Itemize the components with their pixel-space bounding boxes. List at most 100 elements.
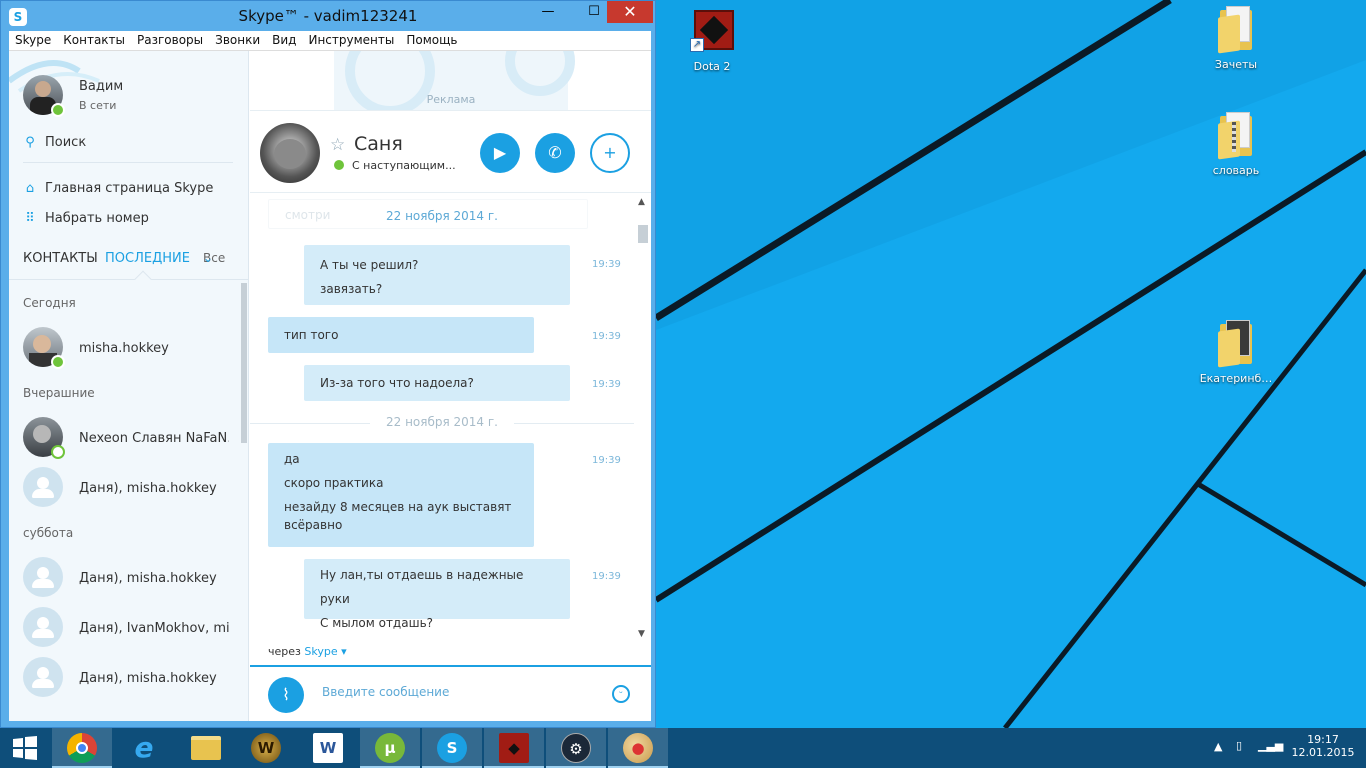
taskbar-internet-explorer[interactable]: e <box>114 728 174 768</box>
desktop-icon-slovar[interactable]: словарь <box>1196 112 1276 177</box>
video-call-button[interactable]: ▶ <box>480 133 520 173</box>
word-icon: W <box>313 733 343 763</box>
message-text: Из-за того что надоела? <box>320 376 474 390</box>
search-label: Поиск <box>45 135 87 150</box>
title-bar[interactable]: S Skype™ - vadim123241 — ☐ ✕ <box>1 1 655 31</box>
desktop-icon-ekaterinburg[interactable]: Екатеринб… <box>1196 320 1276 385</box>
menu-contacts[interactable]: Контакты <box>57 31 131 49</box>
menu-bar: Skype Контакты Разговоры Звонки Вид Инструмен… <box>9 31 651 51</box>
menu-tools[interactable]: Инструменты <box>302 31 400 49</box>
voice-call-button[interactable]: ✆ <box>535 133 575 173</box>
network-signal-icon[interactable]: ▁▃▅ <box>1258 739 1283 752</box>
via-service-dropdown[interactable]: Skype ▾ <box>304 645 346 658</box>
desktop-icon-label: Зачеты <box>1214 58 1258 71</box>
message-scrollbar[interactable]: ▲ ▼ <box>635 193 651 643</box>
show-hidden-icons-button[interactable]: ▲ <box>1214 740 1222 753</box>
message-list[interactable]: смотри 22 ноября 2014 г. А ты че решил? … <box>250 193 636 643</box>
message-bubble[interactable]: тип того <box>268 317 534 353</box>
add-people-button[interactable]: + <box>590 133 630 173</box>
menu-help[interactable]: Помощь <box>400 31 463 49</box>
menu-view[interactable]: Вид <box>266 31 302 49</box>
message-bubble[interactable]: А ты че решил? завязать? <box>304 245 570 305</box>
online-status-icon <box>334 160 344 170</box>
taskbar-chrome[interactable] <box>52 728 112 768</box>
desktop-icon-zachety[interactable]: Зачеты <box>1196 6 1276 71</box>
message-bubble[interactable]: да скоро практика незайду 8 месяцев на а… <box>268 443 534 547</box>
group-avatar-icon <box>23 557 63 597</box>
search-row[interactable]: ⚲ Поиск <box>23 135 86 150</box>
folder-icon <box>1214 320 1258 368</box>
sidebar-scrollbar[interactable] <box>241 283 247 443</box>
menu-calls[interactable]: Звонки <box>209 31 266 49</box>
taskbar-word[interactable]: W <box>298 728 358 768</box>
ad-banner[interactable]: Реклама <box>250 51 651 111</box>
contact-name: Даня), misha.hokkey <box>79 571 217 586</box>
folder-icon <box>1214 6 1258 54</box>
taskbar-utorrent[interactable]: µ <box>360 728 420 768</box>
clock[interactable]: 19:17 12.01.2015 <box>1290 733 1356 759</box>
my-profile[interactable]: Вадим В сети <box>23 75 123 117</box>
desktop-icon-dota2[interactable]: ↗ Dota 2 <box>672 8 752 73</box>
group-avatar-icon <box>23 467 63 507</box>
message-time: 19:39 <box>592 379 621 390</box>
group-avatar-icon <box>23 607 63 647</box>
online-status-icon <box>51 355 65 369</box>
contact-status: С наступающим... <box>334 159 456 172</box>
smiley-icon: ᵕ <box>619 689 623 699</box>
skype-window: S Skype™ - vadim123241 — ☐ ✕ Skype Контак… <box>0 0 656 728</box>
list-item[interactable]: Даня), misha.hokkey <box>23 657 237 701</box>
date-separator: 22 ноября 2014 г. <box>385 209 498 223</box>
paperclip-icon: ⌇ <box>282 685 290 704</box>
profile-status[interactable]: В сети <box>79 99 116 112</box>
list-item[interactable]: Nexeon Славян NaFaN… <box>23 417 237 461</box>
favorite-star-icon[interactable]: ☆ <box>330 135 345 155</box>
list-item[interactable]: Даня), misha.hokkey <box>23 467 237 511</box>
taskbar-world-of-warcraft[interactable]: W <box>236 728 296 768</box>
taskbar-steam[interactable]: ⚙ <box>546 728 606 768</box>
message-text: А ты че решил? <box>320 258 419 272</box>
close-button[interactable]: ✕ <box>607 1 653 23</box>
message-bubble[interactable]: Из-за того что надоела? <box>304 365 570 401</box>
profile-name: Вадим <box>79 79 124 94</box>
taskbar-dota2[interactable]: ◆ <box>484 728 544 768</box>
video-camera-icon: ▶ <box>493 143 507 162</box>
maximize-button[interactable]: ☐ <box>579 1 609 23</box>
message-text: всёравно <box>284 518 343 532</box>
tab-recent[interactable]: ПОСЛЕДНИЕ <box>105 251 190 266</box>
taskbar: e W W µ S ◆ ⚙ ● ▲ ▯ ▁▃▅ 19:17 12.01.2015 <box>0 728 1366 768</box>
list-item[interactable]: Даня), misha.hokkey <box>23 557 237 601</box>
utorrent-icon: µ <box>375 733 405 763</box>
power-icon[interactable]: ▯ <box>1236 739 1242 752</box>
scroll-up-arrow-icon[interactable]: ▲ <box>638 197 645 207</box>
clock-date: 12.01.2015 <box>1291 746 1355 759</box>
zip-folder-icon <box>1214 112 1258 160</box>
message-bubble[interactable]: Ну лан,ты отдаешь в надежные руки С мыло… <box>304 559 570 630</box>
windows-logo-icon <box>13 736 37 760</box>
offline-status-icon <box>51 445 65 459</box>
divider <box>514 423 634 424</box>
via-prefix: через <box>268 645 301 658</box>
home-link[interactable]: ⌂ Главная страница Skype <box>23 181 214 196</box>
menu-conversations[interactable]: Разговоры <box>131 31 209 49</box>
tab-contacts[interactable]: КОНТАКТЫ <box>23 251 98 266</box>
message-text: тип того <box>284 328 339 342</box>
dial-link[interactable]: ⠿ Набрать номер <box>23 211 149 226</box>
scroll-thumb[interactable] <box>638 225 648 243</box>
contact-name: Даня), misha.hokkey <box>79 481 217 496</box>
taskbar-file-explorer[interactable] <box>176 728 236 768</box>
avatar[interactable] <box>260 123 320 183</box>
message-time: 19:39 <box>592 259 621 270</box>
clock-time: 19:17 <box>1307 733 1339 746</box>
taskbar-skype[interactable]: S <box>422 728 482 768</box>
taskbar-paint[interactable]: ● <box>608 728 668 768</box>
start-button[interactable] <box>0 728 50 768</box>
minimize-button[interactable]: — <box>533 1 563 23</box>
menu-skype[interactable]: Skype <box>9 31 57 49</box>
scroll-down-arrow-icon[interactable]: ▼ <box>638 629 645 639</box>
attach-button[interactable]: ⌇ <box>268 677 304 713</box>
skype-icon: S <box>437 733 467 763</box>
emoticon-button[interactable]: ᵕ <box>612 685 630 703</box>
message-input[interactable] <box>322 685 592 699</box>
list-item[interactable]: Даня), IvanMokhov, mi… <box>23 607 237 651</box>
list-item[interactable]: misha.hokkey <box>23 327 237 371</box>
